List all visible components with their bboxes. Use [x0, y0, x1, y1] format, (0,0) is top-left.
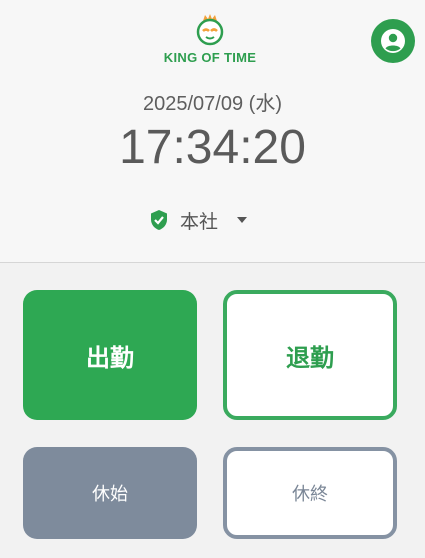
account-circle-icon	[381, 29, 405, 53]
logo-text: KING OF TIME	[163, 50, 257, 65]
break-start-button[interactable]: 休始	[23, 447, 197, 539]
caret-down-icon	[237, 217, 248, 223]
king-of-time-logo: KING OF TIME	[150, 12, 270, 65]
location-label: 本社	[180, 210, 219, 233]
current-date: 2025/07/09 (水)	[143, 93, 282, 115]
verified-shield-icon	[151, 210, 167, 230]
logo-mascot-icon	[196, 14, 224, 46]
current-time: 17:34:20	[119, 121, 306, 174]
location-selector[interactable]: 本社	[148, 204, 248, 236]
break-end-button[interactable]: 休終	[223, 447, 397, 539]
account-button[interactable]	[371, 19, 415, 63]
clock-in-button[interactable]: 出勤	[23, 290, 197, 420]
clock-out-button[interactable]: 退勤	[223, 290, 397, 420]
header: KING OF TIME 2025/07/09 (水) 17:34:20 本社	[0, 0, 425, 263]
